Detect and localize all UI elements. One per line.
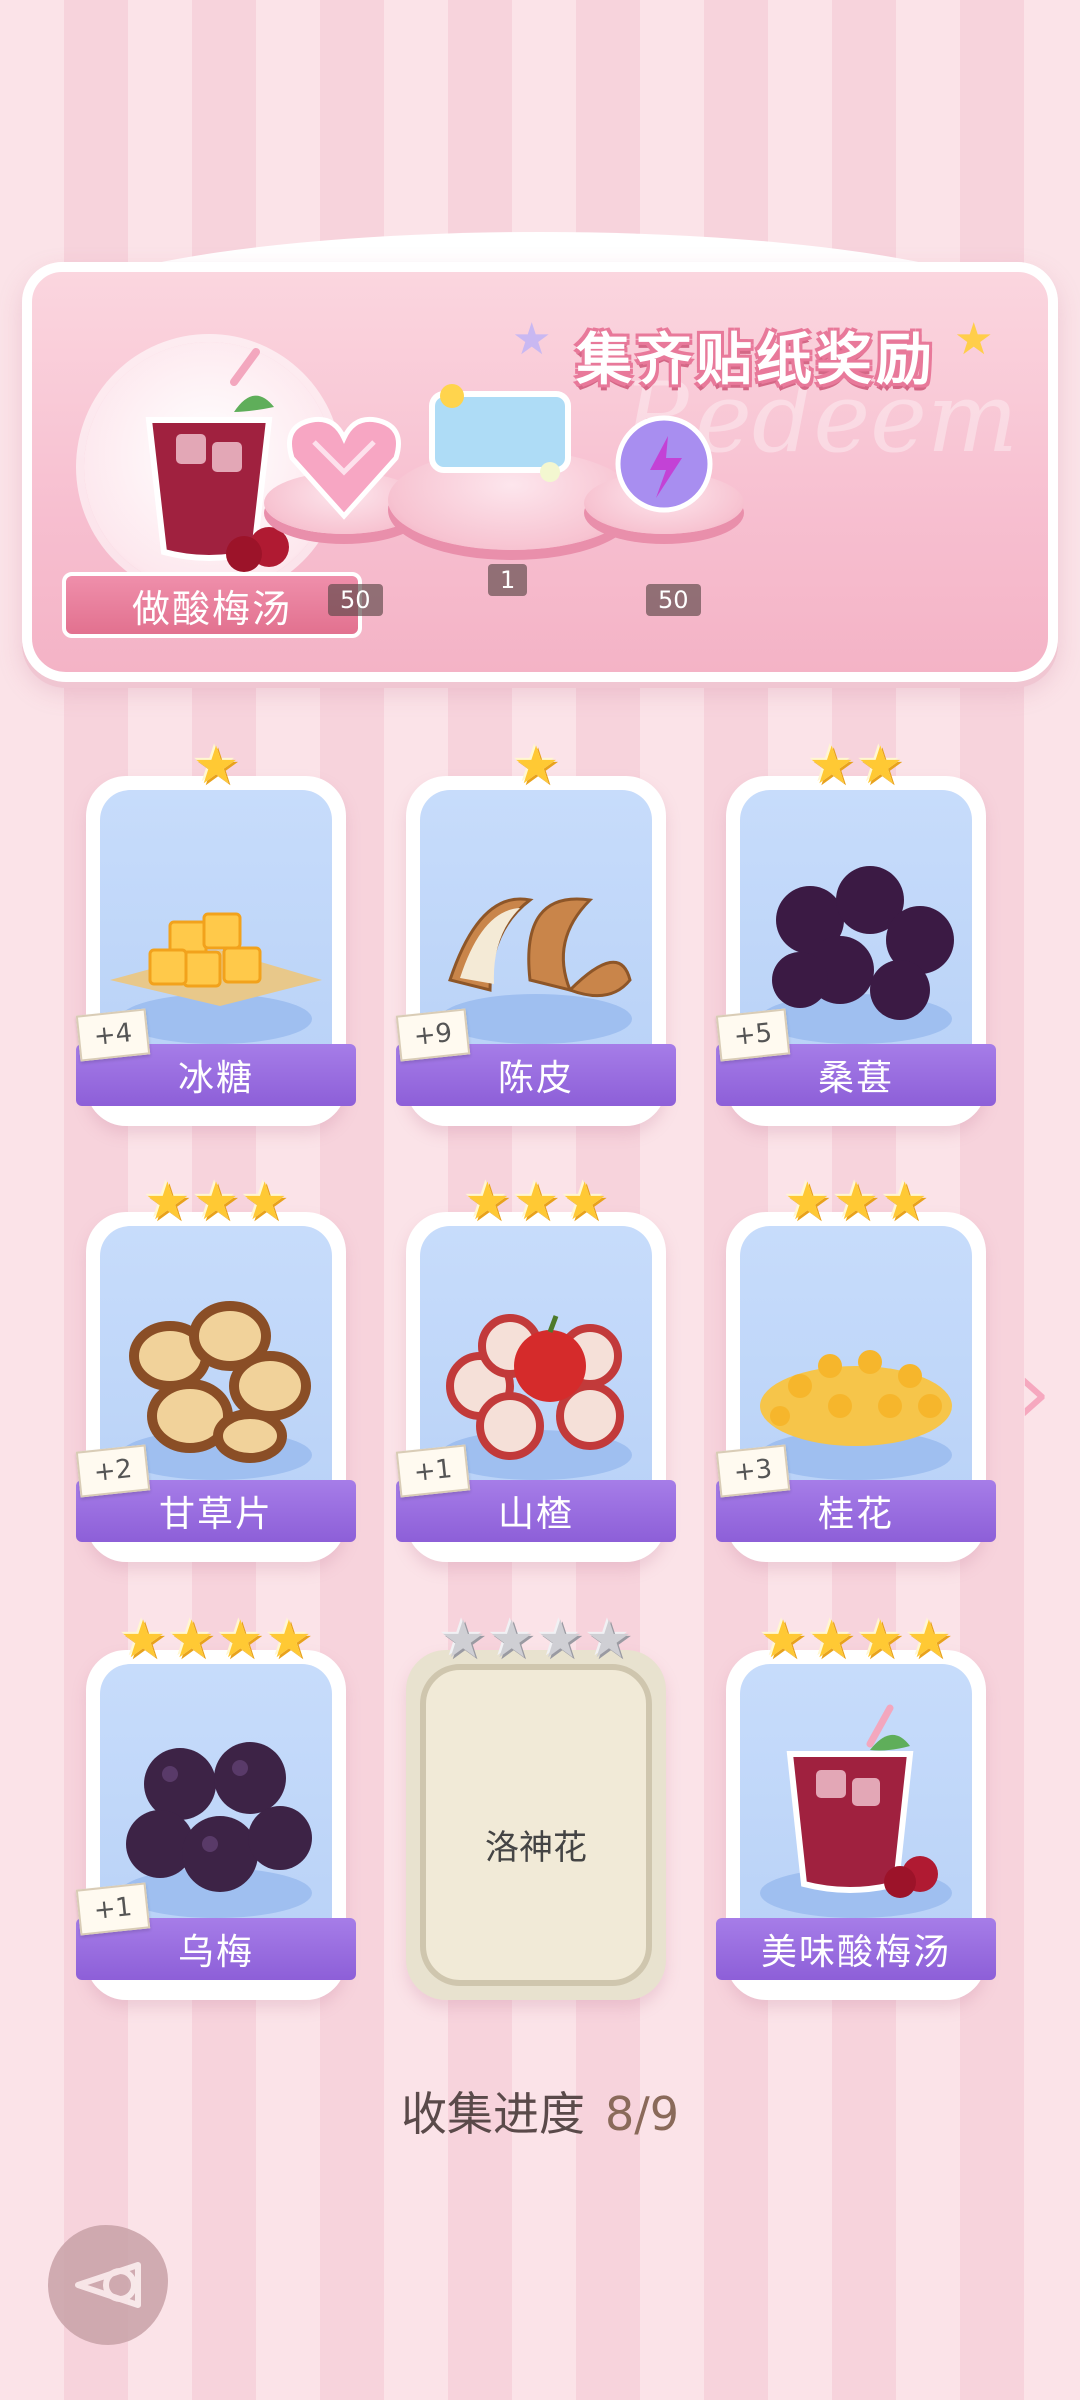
star-icon: ★: [759, 1610, 807, 1670]
duplicate-count-tag: +3: [715, 1444, 791, 1498]
sticker-card[interactable]: ★ ★ ★ 桂花 +3: [715, 1176, 996, 1562]
star-rating: ★ ★: [726, 740, 986, 792]
licorice-slices-icon: [100, 1266, 332, 1470]
pink-heart-gem-icon[interactable]: [284, 412, 404, 522]
dark-plum-icon: [100, 1704, 332, 1908]
banner-title-wrap: 集齐贴纸奖励: [552, 312, 960, 398]
star-icon: ★: [784, 1172, 831, 1232]
card-name: 美味酸梅汤: [716, 1918, 996, 1980]
progress-label: 收集进度: [400, 2087, 585, 2141]
duplicate-count-tag: +1: [395, 1444, 471, 1498]
reward-count: 50: [646, 584, 701, 616]
blue-sticker-card-icon[interactable]: [422, 382, 572, 492]
star-icon: ★: [808, 1610, 855, 1670]
star-icon: ★: [561, 1172, 608, 1232]
recipe-label: 做酸梅汤: [62, 572, 362, 638]
sticker-card[interactable]: ★ ★ ★ 甘草片 +2: [75, 1176, 356, 1562]
star-icon: ★: [488, 1610, 535, 1670]
collection-progress: 收集进度 8/9: [0, 2078, 1080, 2144]
rock-sugar-icon: [100, 830, 332, 1034]
sticker-card[interactable]: ★ ★ 桑葚 +5: [715, 740, 996, 1126]
star-rating: ★ ★ ★ ★: [406, 1614, 666, 1666]
star-icon: ★: [537, 1610, 584, 1670]
sticker-card[interactable]: ★ ★ ★ ★ 美味酸梅汤: [716, 1614, 996, 2000]
sticker-card[interactable]: ★ ★ ★ 山楂 +1: [395, 1176, 676, 1562]
locked-card-name: 洛神花: [485, 1828, 587, 1868]
star-rating: ★: [406, 740, 666, 792]
star-icon: ★: [512, 1172, 560, 1232]
duplicate-count-tag: +9: [395, 1008, 471, 1062]
star-rating: ★ ★ ★ ★: [86, 1614, 346, 1666]
purple-star-icon: ★: [512, 314, 552, 365]
star-icon: ★: [585, 1610, 633, 1670]
star-icon: ★: [439, 1610, 487, 1670]
star-icon: ★: [857, 736, 904, 796]
star-icon: ★: [832, 1172, 880, 1232]
mulberry-icon: [740, 830, 972, 1034]
star-icon: ★: [168, 1610, 215, 1670]
banner-title: 集齐贴纸奖励: [576, 327, 936, 393]
back-button[interactable]: [48, 2225, 168, 2345]
duplicate-count-tag: +2: [75, 1444, 151, 1498]
star-icon: ★: [144, 1172, 191, 1232]
progress-value: 8/9: [604, 2087, 680, 2141]
star-icon: ★: [808, 736, 855, 796]
star-rating: ★ ★ ★: [406, 1176, 666, 1228]
star-icon: ★: [512, 736, 560, 796]
star-rating: ★ ★ ★: [86, 1176, 346, 1228]
duplicate-count-tag: +4: [75, 1008, 151, 1062]
star-icon: ★: [192, 736, 240, 796]
star-icon: ★: [119, 1610, 167, 1670]
star-icon: ★: [241, 1172, 288, 1232]
card-art-area: 洛神花: [420, 1664, 652, 1986]
osmanthus-icon: [740, 1266, 972, 1470]
dried-peel-icon: [420, 830, 652, 1034]
star-icon: ★: [905, 1610, 953, 1670]
sticker-card[interactable]: ★ 冰糖 +4: [75, 740, 356, 1126]
duplicate-count-tag: +1: [75, 1882, 151, 1936]
purple-energy-orb-icon[interactable]: [612, 412, 722, 522]
star-icon: ★: [265, 1610, 313, 1670]
reward-count: 1: [488, 564, 528, 596]
sticker-card[interactable]: ★ ★ ★ ★ 乌梅 +1: [75, 1614, 356, 2000]
star-icon: ★: [881, 1172, 928, 1232]
card-art-area: [740, 1664, 972, 1950]
star-icon: ★: [192, 1172, 240, 1232]
plum-drink-icon: [740, 1704, 972, 1908]
star-icon: ★: [464, 1172, 511, 1232]
sticker-reward-banner: Redeem ★ ★ 集齐贴纸奖励 做酸梅汤 50 1 50: [22, 232, 1058, 682]
duplicate-count-tag: +5: [715, 1008, 791, 1062]
sticker-card[interactable]: ★ ★ ★ ★ 洛神花: [406, 1614, 666, 2000]
star-icon: ★: [857, 1610, 904, 1670]
sticker-card[interactable]: ★ 陈皮 +9: [395, 740, 676, 1126]
back-arrow-icon: [75, 2262, 141, 2308]
star-rating: ★ ★ ★ ★: [726, 1614, 986, 1666]
star-icon: ★: [217, 1610, 264, 1670]
chevron-right-icon[interactable]: ›: [1008, 1348, 1060, 1438]
star-rating: ★ ★ ★: [726, 1176, 986, 1228]
reward-count: 50: [328, 584, 383, 616]
star-rating: ★: [86, 740, 346, 792]
hawthorn-icon: [420, 1266, 652, 1470]
